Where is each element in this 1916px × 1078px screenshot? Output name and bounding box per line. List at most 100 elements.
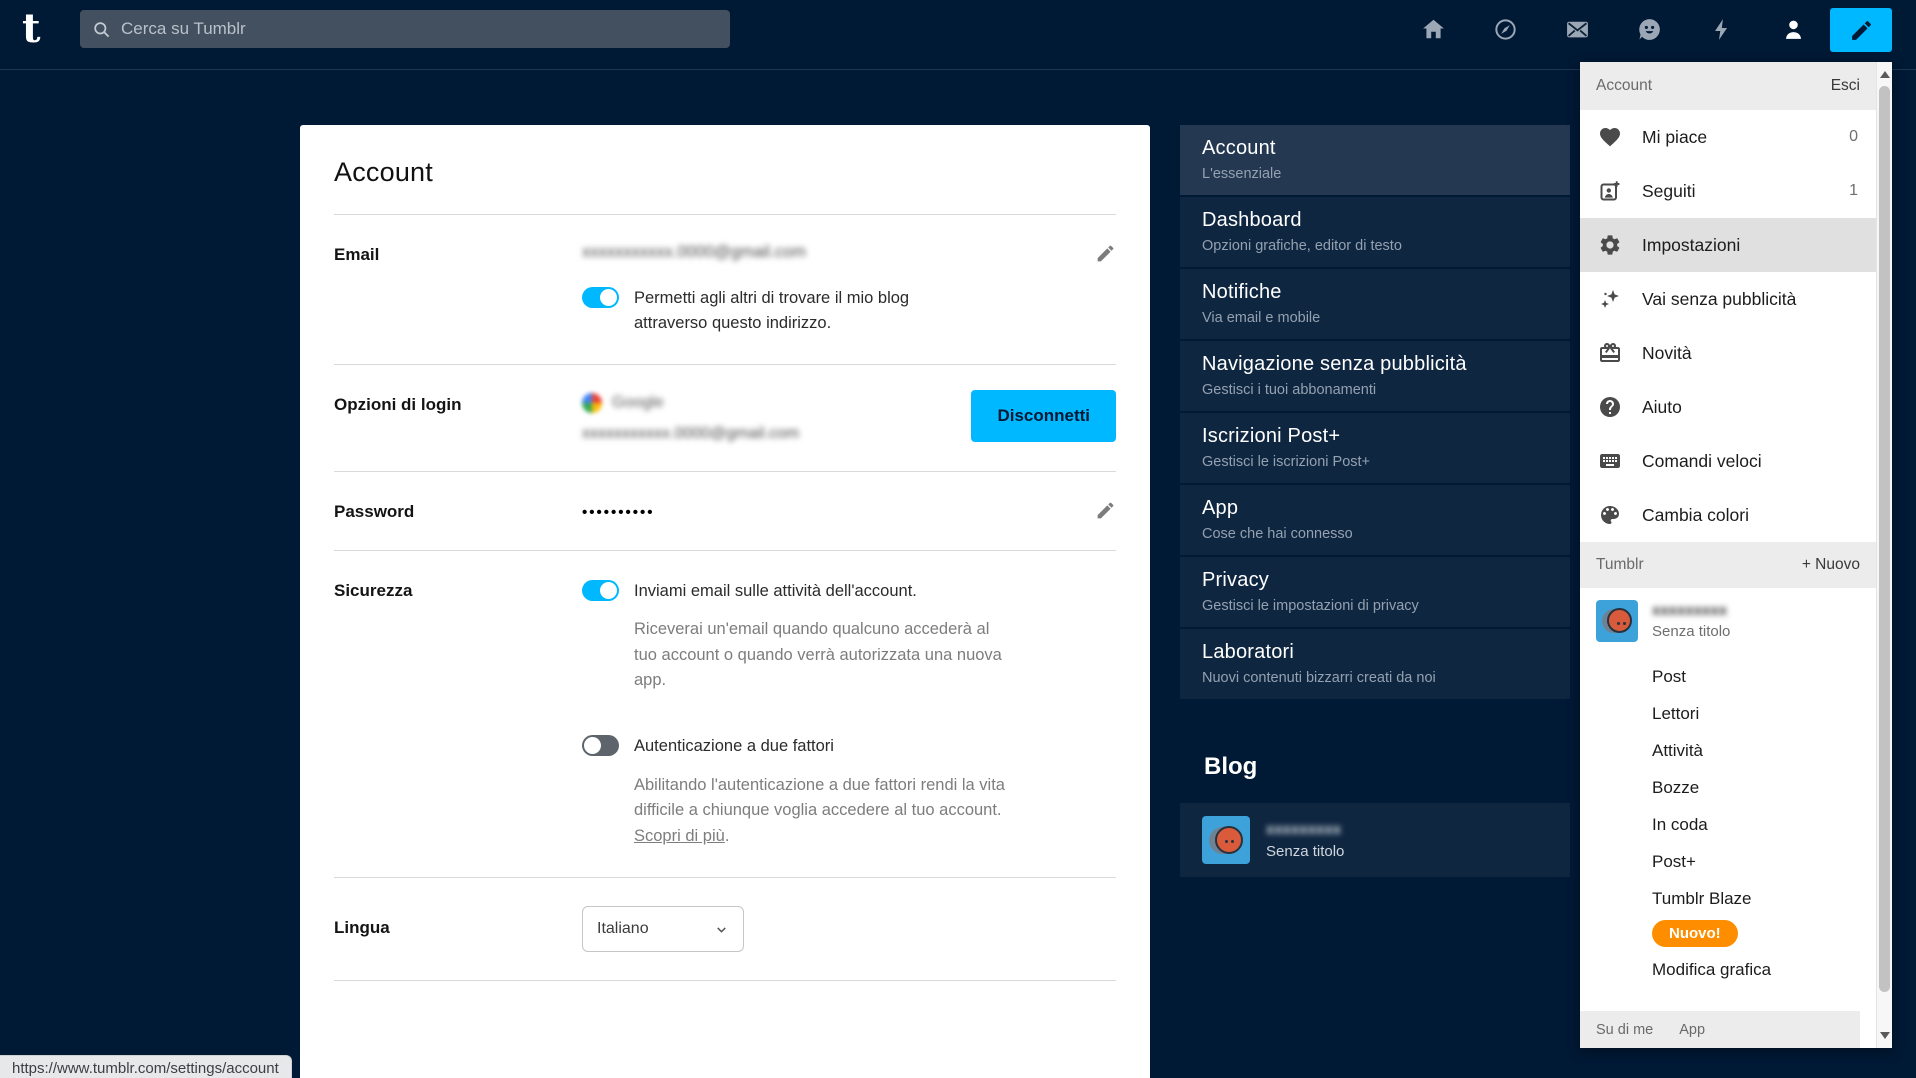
settings-nav: Account L'essenziale Dashboard Opzioni g… [1180,125,1570,877]
blog-link-lettori[interactable]: Lettori [1652,695,1876,732]
help-icon [1598,395,1622,419]
sidebar-item-navigazione-senza-pubblicita[interactable]: Navigazione senza pubblicità Gestisci i … [1180,341,1570,411]
sidebar-item-account[interactable]: Account L'essenziale [1180,125,1570,195]
scrollbar-up-arrow[interactable] [1880,71,1890,78]
dropdown-title: Account [1596,77,1652,95]
blog-links: Post Lettori Attività Bozze In coda Post… [1580,658,1876,988]
sidebar-item-title: Navigazione senza pubblicità [1202,353,1548,376]
sidebar-item-title: Privacy [1202,569,1548,592]
two-factor-toggle[interactable] [582,735,619,756]
search-icon [92,20,111,39]
email-discoverability-toggle[interactable] [582,287,619,308]
sidebar-blog-row[interactable]: xxxxxxxxx Senza titolo [1180,803,1570,877]
edit-password-pencil-icon[interactable] [1095,500,1116,521]
email-value-redacted: xxxxxxxxxxx.0000@gmail.com [582,243,806,262]
account-activity-email-toggle[interactable] [582,580,619,601]
sidebar-item-laboratori[interactable]: Laboratori Nuovi contenuti bizzarri crea… [1180,629,1570,699]
logout-button[interactable]: Esci [1831,77,1860,95]
tumblr-logo[interactable]: t [22,2,40,56]
blogs-section-title: Tumblr [1596,556,1644,574]
menu-item-cambia-colori[interactable]: Cambia colori [1580,488,1876,542]
sidebar-item-subtitle: Gestisci le iscrizioni Post+ [1202,454,1548,470]
gift-icon [1598,341,1622,365]
sidebar-item-app[interactable]: App Cose che hai connesso [1180,485,1570,555]
footer-link-su-di-me[interactable]: Su di me [1596,1022,1653,1038]
messages-envelope-icon[interactable] [1565,17,1590,42]
heart-icon [1598,125,1622,149]
sidebar-item-subtitle: Via email e mobile [1202,310,1548,326]
edit-email-pencil-icon[interactable] [1095,243,1116,264]
home-icon[interactable] [1421,17,1446,42]
scrollbar-down-arrow[interactable] [1880,1032,1890,1039]
blog-subtitle: Senza titolo [1652,623,1730,640]
sidebar-item-subtitle: Cose che hai connesso [1202,526,1548,542]
sidebar-item-dashboard[interactable]: Dashboard Opzioni grafiche, editor di te… [1180,197,1570,267]
menu-item-count: 0 [1849,128,1858,146]
google-icon [582,393,602,413]
search-input[interactable] [121,19,718,39]
login-provider-redacted: Google [612,394,664,412]
blogs-section-header: Tumblr + Nuovo [1580,542,1876,588]
dropdown-scrollbar[interactable] [1876,62,1892,1048]
blog-link-bozze[interactable]: Bozze [1652,769,1876,806]
blog-link-post[interactable]: Post [1652,658,1876,695]
sidebar-item-subtitle: Opzioni grafiche, editor di testo [1202,238,1548,254]
sidebar-item-notifiche[interactable]: Notifiche Via email e mobile [1180,269,1570,339]
search-bar[interactable] [80,10,730,48]
sidebar-item-privacy[interactable]: Privacy Gestisci le impostazioni di priv… [1180,557,1570,627]
menu-item-vai-senza-pubblicita[interactable]: Vai senza pubblicità [1580,272,1876,326]
browser-status-url: https://www.tumblr.com/settings/account [0,1055,292,1078]
sidebar-item-title: App [1202,497,1548,520]
email-toggle-label: Permetti agli altri di trovare il mio bl… [634,286,984,336]
footer-link-app[interactable]: App [1679,1022,1705,1038]
compose-button[interactable] [1830,8,1892,52]
menu-item-comandi-veloci[interactable]: Comandi veloci [1580,434,1876,488]
menu-item-mi-piace[interactable]: Mi piace 0 [1580,110,1876,164]
blog-link-modifica-grafica[interactable]: Modifica grafica [1652,951,1876,988]
language-select[interactable]: Italiano [582,906,744,952]
login-options-label: Opzioni di login [334,393,582,443]
account-activity-email-label: Inviami email sulle attività dell'accoun… [634,579,917,604]
dropdown-blog-row[interactable]: xxxxxxxxx Senza titolo [1580,588,1876,652]
learn-more-link[interactable]: Scopri di più [634,827,725,845]
sidebar-item-subtitle: Gestisci le impostazioni di privacy [1202,598,1548,614]
sidebar-item-subtitle: L'essenziale [1202,166,1548,182]
new-blog-button[interactable]: + Nuovo [1802,556,1860,574]
blog-link-in-coda[interactable]: In coda [1652,806,1876,843]
blog-link-post-plus[interactable]: Post+ [1652,843,1876,880]
disconnect-button[interactable]: Disconnetti [971,390,1116,442]
password-label: Password [334,500,582,522]
explore-compass-icon[interactable] [1493,17,1518,42]
menu-item-label: Novità [1642,343,1692,364]
sidebar-item-title: Laboratori [1202,641,1548,664]
menu-item-seguiti[interactable]: Seguiti 1 [1580,164,1876,218]
language-label: Lingua [334,906,582,952]
account-settings-card: Account Email xxxxxxxxxxx.0000@gmail.com… [300,125,1150,1078]
menu-item-impostazioni[interactable]: Impostazioni [1580,218,1876,272]
two-factor-description-text: Abilitando l'autenticazione a due fattor… [634,776,1005,820]
chat-ghost-icon[interactable] [1637,17,1662,42]
menu-item-label: Comandi veloci [1642,451,1762,472]
menu-item-aiuto[interactable]: Aiuto [1580,380,1876,434]
security-label: Sicurezza [334,579,582,850]
top-navbar: t [0,0,1916,70]
sidebar-item-title: Dashboard [1202,209,1548,232]
scrollbar-thumb[interactable] [1879,86,1890,992]
menu-item-count: 1 [1849,182,1858,200]
language-section: Lingua Italiano [334,877,1116,981]
two-factor-description: Abilitando l'autenticazione a due fattor… [634,773,1006,850]
blog-link-tumblr-blaze[interactable]: Tumblr Blaze [1652,880,1876,917]
blog-section-heading: Blog [1204,753,1570,781]
account-person-icon[interactable] [1781,17,1806,42]
sidebar-item-iscrizioni-post-plus[interactable]: Iscrizioni Post+ Gestisci le iscrizioni … [1180,413,1570,483]
blog-link-attivita[interactable]: Attività [1652,732,1876,769]
sidebar-item-subtitle: Nuovi contenuti bizzarri creati da noi [1202,670,1548,686]
menu-item-novita[interactable]: Novità [1580,326,1876,380]
navbar-icons [1421,0,1806,58]
dropdown-footer: Su di me App [1580,1011,1860,1048]
blog-avatar [1202,816,1250,864]
palette-icon [1598,503,1622,527]
login-options-section: Opzioni di login Google xxxxxxxxxxx.0000… [334,364,1116,471]
sparkles-icon [1598,287,1622,311]
activity-lightning-icon[interactable] [1709,17,1734,42]
